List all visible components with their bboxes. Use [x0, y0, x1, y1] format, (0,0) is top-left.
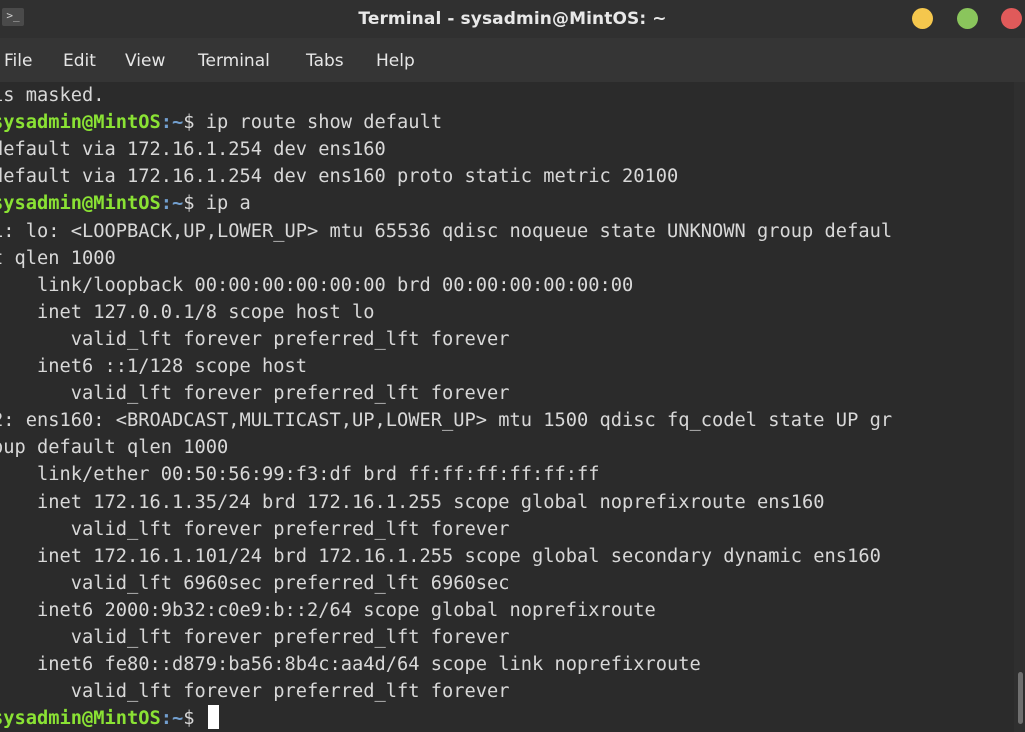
- output-line: valid_lft forever preferred_lft forever: [0, 681, 510, 703]
- menu-terminal[interactable]: Terminal: [198, 51, 270, 71]
- vertical-scrollbar[interactable]: [1014, 82, 1025, 732]
- prompt-line: sysadmin@MintOS:~$ ip a: [0, 190, 251, 217]
- prompt-symbol: $: [183, 112, 206, 134]
- output-line: default via 172.16.1.254 dev ens160: [0, 139, 386, 161]
- menu-edit[interactable]: Edit: [63, 51, 96, 71]
- prompt-path: :~: [160, 193, 184, 215]
- prompt-line: sysadmin@MintOS:~$: [0, 705, 219, 732]
- output-line: 2: ens160: <BROADCAST,MULTICAST,UP,LOWER…: [0, 410, 893, 432]
- scrollbar-thumb[interactable]: [1018, 672, 1023, 724]
- output-line: link/loopback 00:00:00:00:00:00 brd 00:0…: [0, 274, 634, 296]
- text-cursor: [207, 705, 219, 730]
- output-line: inet6 ::1/128 scope host: [0, 356, 308, 377]
- output-line: inet 172.16.1.101/24 brd 172.16.1.255 sc…: [0, 545, 881, 567]
- output-line: inet6 fe80::d879:ba56:8b4c:aa4d/64 scope…: [0, 654, 701, 676]
- output-line: inet 127.0.0.1/8 scope host lo: [0, 301, 375, 323]
- prompt-path: :~: [160, 708, 184, 730]
- title-bar[interactable]: >_ Terminal - sysadmin@MintOS: ~: [0, 0, 1025, 38]
- menu-view[interactable]: View: [125, 51, 165, 71]
- prompt-line: sysadmin@MintOS:~$ ip route show default: [0, 109, 442, 136]
- menu-file[interactable]: File: [4, 51, 32, 71]
- output-line: valid_lft 6960sec preferred_lft 6960sec: [0, 572, 510, 594]
- prompt-path: :~: [160, 112, 184, 134]
- output-line: inet6 2000:9b32:c0e9:b::2/64 scope globa…: [0, 599, 656, 621]
- menu-tabs[interactable]: Tabs: [306, 51, 344, 71]
- output-line: valid_lft forever preferred_lft forever: [0, 383, 510, 405]
- window-title: Terminal - sysadmin@MintOS: ~: [358, 9, 667, 29]
- minimize-icon[interactable]: [912, 8, 933, 29]
- output-line: default via 172.16.1.254 dev ens160 prot…: [0, 166, 679, 188]
- command-text: ip a: [205, 193, 251, 215]
- output-line: link/ether 00:50:56:99:f3:df brd ff:ff:f…: [0, 464, 600, 486]
- menu-bar: File Edit View Terminal Tabs Help: [0, 38, 1025, 82]
- output-line: valid_lft forever preferred_lft forever: [0, 518, 510, 540]
- close-icon[interactable]: [1001, 8, 1022, 29]
- command-text: ip route show default: [205, 112, 443, 134]
- prompt-symbol: $: [183, 193, 206, 215]
- output-line: is masked.: [0, 85, 105, 106]
- prompt-user-host: sysadmin@MintOS: [0, 708, 161, 730]
- output-line: valid_lft forever preferred_lft forever: [0, 627, 510, 648]
- output-line: valid_lft forever preferred_lft forever: [0, 328, 510, 350]
- output-line: oup default qlen 1000: [0, 437, 229, 459]
- output-line: inet 172.16.1.35/24 brd 172.16.1.255 sco…: [0, 491, 825, 513]
- output-line: t qlen 1000: [0, 247, 116, 269]
- maximize-icon[interactable]: [957, 8, 978, 29]
- prompt-user-host: sysadmin@MintOS: [0, 193, 161, 215]
- prompt-symbol: $: [183, 708, 206, 730]
- menu-help[interactable]: Help: [376, 51, 415, 71]
- terminal-window: >_ Terminal - sysadmin@MintOS: ~ File Ed…: [0, 0, 1025, 732]
- terminal-output[interactable]: is masked. sysadmin@MintOS:~$ ip route sh…: [0, 82, 1014, 732]
- prompt-user-host: sysadmin@MintOS: [0, 112, 161, 134]
- output-line: 1: lo: <LOOPBACK,UP,LOWER_UP> mtu 65536 …: [0, 220, 893, 242]
